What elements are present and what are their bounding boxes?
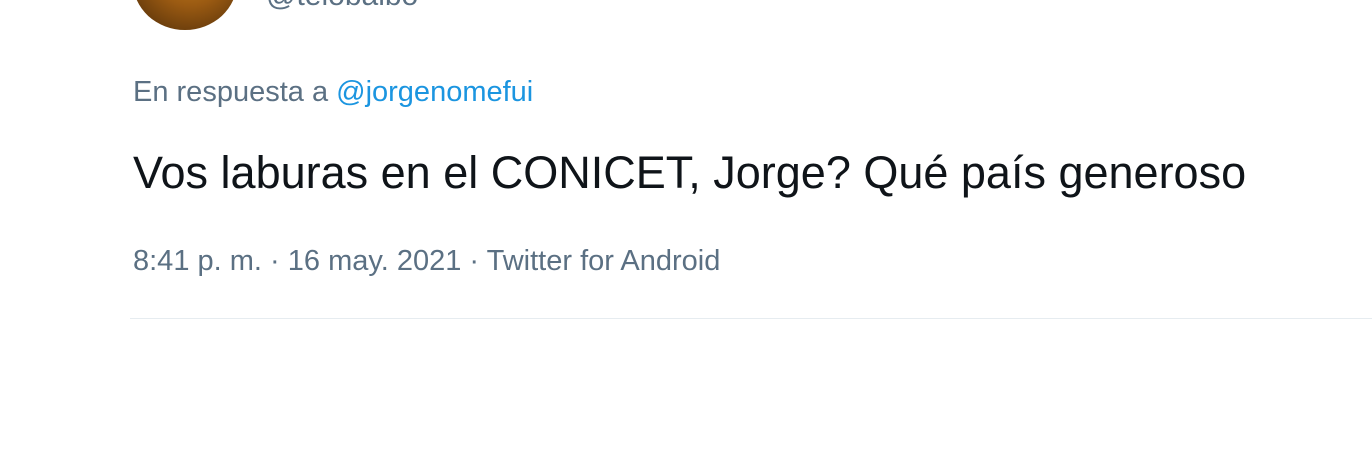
tweet-source-link[interactable]: Twitter for Android (487, 245, 721, 277)
tweet-metadata: 8:41 p. m. · 16 may. 2021 · Twitter for … (133, 243, 720, 279)
author-handle[interactable]: @telobalbo (266, 0, 418, 14)
meta-separator: · (270, 245, 280, 277)
reply-prefix: En respuesta a (133, 76, 329, 108)
reply-context: En respuesta a @jorgenomefui (133, 74, 533, 110)
tweet-text: Vos laburas en el CONICET, Jorge? Qué pa… (133, 147, 1247, 198)
tweet-time-link[interactable]: 8:41 p. m. (133, 245, 262, 277)
reply-mention-link[interactable]: @jorgenomefui (336, 76, 533, 108)
meta-separator: · (469, 245, 480, 277)
divider (130, 318, 1372, 319)
avatar[interactable] (133, 0, 237, 30)
tweet-date-link[interactable]: 16 may. 2021 (288, 245, 462, 277)
